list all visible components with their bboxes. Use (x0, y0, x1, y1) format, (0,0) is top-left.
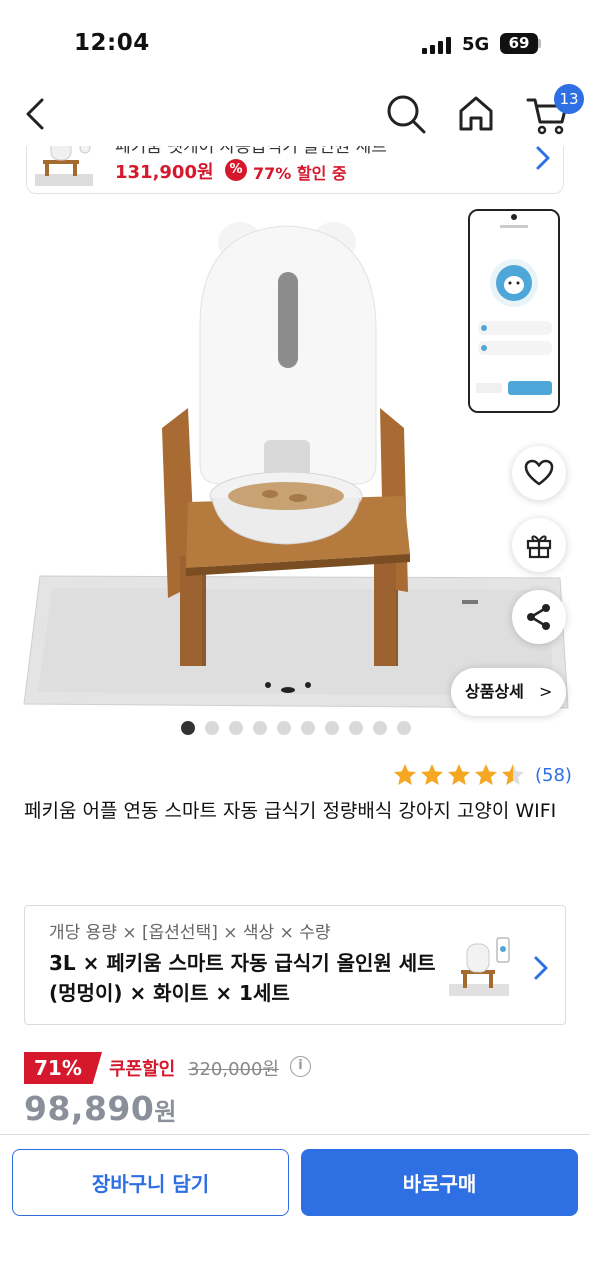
battery-tip (538, 39, 541, 48)
home-icon[interactable] (456, 90, 496, 138)
cart-count-badge: 13 (554, 84, 584, 114)
pagination-dot[interactable] (349, 721, 363, 735)
product-detail-label: 상품상세 (465, 682, 524, 701)
option-value: 3L × 페키움 스마트 자동 급식기 올인원 세트(멍멍이) × 화이트 × … (49, 951, 436, 1005)
phone-app-illustration (470, 211, 558, 411)
related-product-price: 131,900원 (115, 162, 214, 183)
final-price: 98,890원 (24, 1089, 177, 1128)
status-time: 12:04 (74, 30, 150, 56)
buy-now-button[interactable]: 바로구매 (301, 1149, 578, 1216)
gift-icon (526, 535, 552, 559)
battery-icon: 69 (500, 33, 538, 54)
chevron-right-icon (536, 146, 550, 170)
chevron-right-icon (534, 956, 548, 980)
star-icon (421, 764, 443, 785)
star-icon (502, 764, 524, 785)
network-type: 5G (462, 34, 490, 55)
pagination-dot[interactable] (253, 721, 267, 735)
status-bar: 12:04 5G 69 (0, 0, 590, 80)
related-product-discount: 77% 할인 중 (253, 164, 347, 183)
discount-rate-badge: 71% (24, 1052, 102, 1084)
share-button[interactable] (512, 590, 566, 644)
add-to-cart-button[interactable]: 장바구니 담기 (12, 1149, 289, 1216)
pagination-dot[interactable] (277, 721, 291, 735)
review-count[interactable]: (58) (535, 765, 572, 786)
pagination-dot[interactable] (325, 721, 339, 735)
star-icon (475, 764, 497, 785)
pagination-dot[interactable] (229, 721, 243, 735)
pagination-dot[interactable] (373, 721, 387, 735)
nav-bar (0, 80, 590, 146)
wishlist-button[interactable] (512, 446, 566, 500)
back-icon[interactable] (20, 90, 52, 138)
original-price: 320,000원 (188, 1059, 279, 1080)
pagination-dot[interactable] (181, 721, 195, 735)
product-detail-button[interactable]: 상품상세 > (451, 668, 566, 716)
image-pagination[interactable] (181, 721, 411, 735)
info-icon[interactable]: i (290, 1056, 311, 1077)
rating-stars (392, 762, 527, 788)
app-preview-image (468, 209, 560, 413)
search-icon[interactable] (384, 90, 428, 138)
gift-button[interactable] (512, 518, 566, 572)
pagination-dot[interactable] (205, 721, 219, 735)
rating[interactable]: (58) (392, 762, 572, 788)
signal-icon (422, 36, 454, 54)
option-thumbnail (449, 937, 510, 996)
share-icon (527, 604, 550, 630)
chevron-right-icon: > (539, 682, 553, 701)
final-price-unit: 원 (154, 1098, 177, 1126)
bottom-action-bar: 장바구니 담기 바로구매 (0, 1134, 590, 1278)
percent-icon: % (225, 159, 247, 181)
product-title: 페키움 어플 연동 스마트 자동 급식기 정량배식 강아지 고양이 WIFI (24, 800, 557, 822)
final-price-value: 98,890 (24, 1089, 155, 1128)
heart-icon (524, 459, 554, 486)
star-icon (448, 764, 470, 785)
coupon-discount-label: 쿠폰할인 (109, 1059, 176, 1080)
pagination-dot[interactable] (397, 721, 411, 735)
star-icon (394, 764, 416, 785)
pagination-dot[interactable] (301, 721, 315, 735)
option-labels: 개당 용량 × [옵션선택] × 색상 × 수량 (49, 923, 331, 943)
option-selector[interactable]: 개당 용량 × [옵션선택] × 색상 × 수량 3L × 페키움 스마트 자동… (24, 905, 566, 1025)
